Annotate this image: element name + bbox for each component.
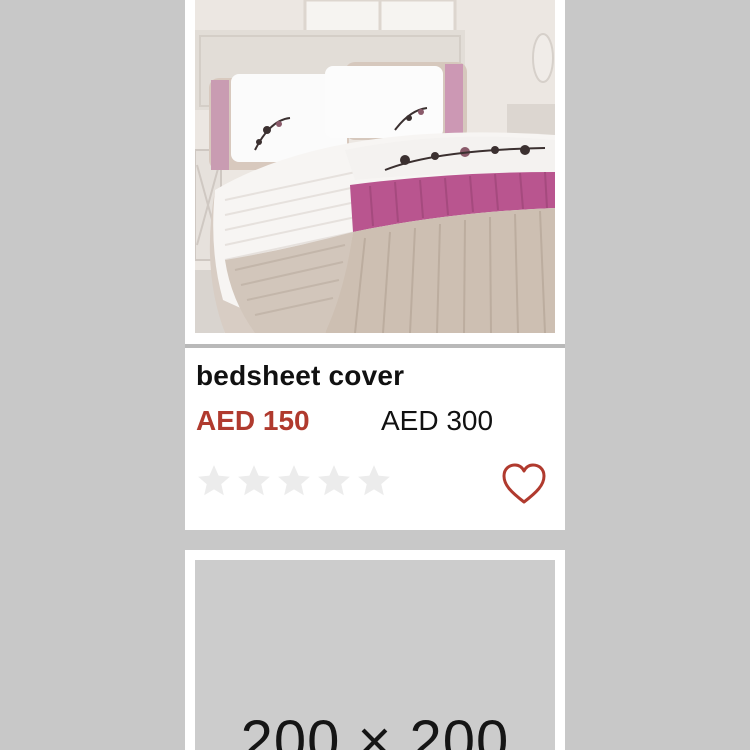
product-feed: bedsheet cover AED 150 AED 300 200 × 200 <box>0 0 750 750</box>
original-price: AED 300 <box>381 405 494 436</box>
bedding-illustration <box>195 0 555 333</box>
star-empty-icon <box>278 465 310 496</box>
star-empty-icon <box>358 465 390 496</box>
product-title[interactable]: bedsheet cover <box>196 360 404 392</box>
star-rating <box>195 460 393 504</box>
heart-outline-icon <box>502 463 546 504</box>
star-empty-icon <box>318 465 350 496</box>
star-empty-icon <box>238 465 270 496</box>
sale-price: AED 150 <box>196 405 310 436</box>
wishlist-button[interactable] <box>501 462 547 506</box>
placeholder-label: 200 × 200 <box>240 709 510 750</box>
image-placeholder[interactable]: 200 × 200 <box>195 560 555 750</box>
star-empty-icon <box>198 465 230 496</box>
card-divider <box>185 344 565 348</box>
product-card[interactable]: 200 × 200 <box>185 550 565 750</box>
product-card[interactable]: bedsheet cover AED 150 AED 300 <box>185 0 565 530</box>
product-image[interactable] <box>195 0 555 333</box>
